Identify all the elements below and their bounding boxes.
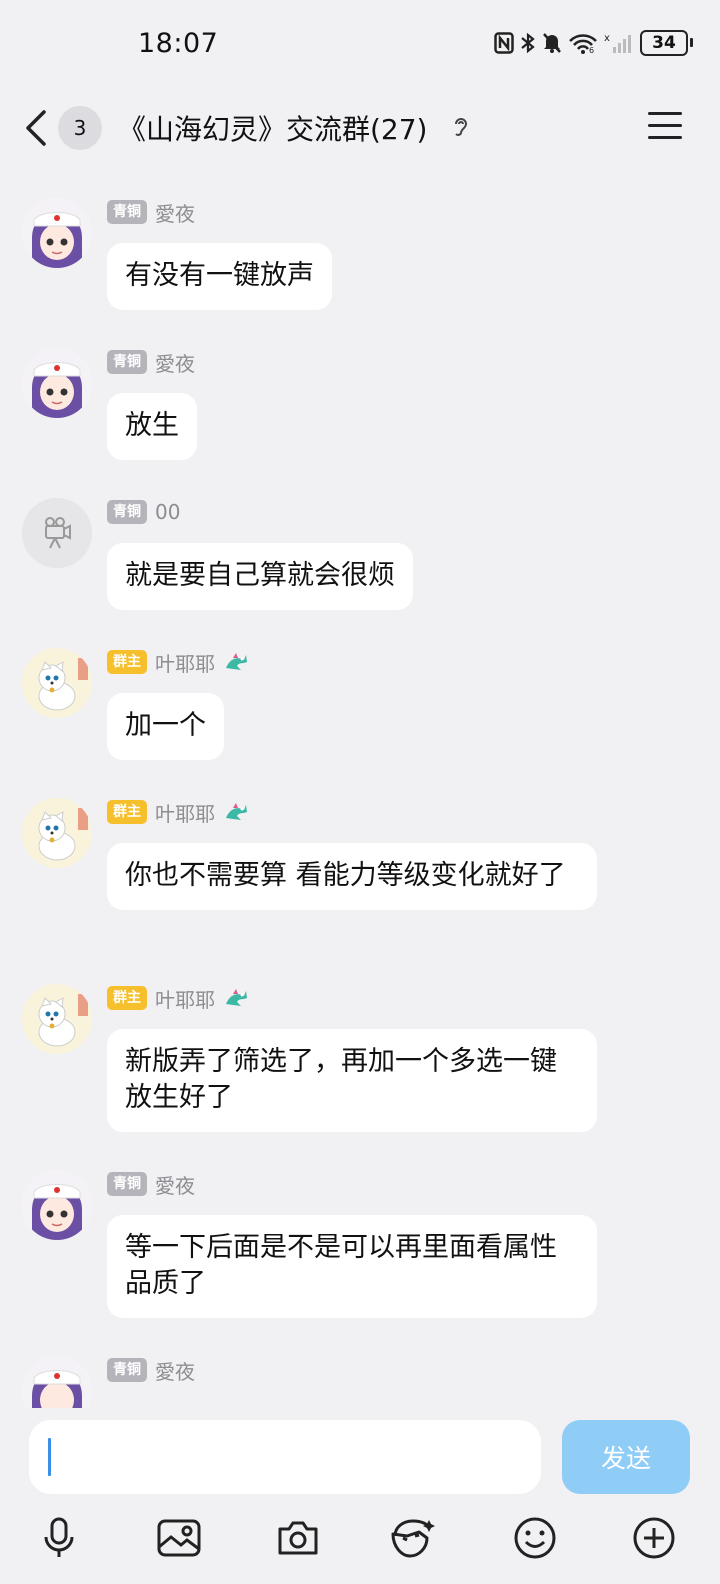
status-icons: 6 x 34 xyxy=(494,30,693,56)
rank-tag: 青铜 xyxy=(107,200,147,224)
message-bubble[interactable]: 就是要自己算就会很烦 xyxy=(107,543,413,610)
camera-avatar[interactable] xyxy=(22,498,92,568)
input-area: 发送 xyxy=(0,1408,720,1584)
chevron-left-icon xyxy=(26,110,46,146)
menu-button[interactable] xyxy=(648,112,682,142)
dog-avatar[interactable] xyxy=(22,648,92,718)
signal-icon: x xyxy=(604,32,634,54)
camera-icon[interactable] xyxy=(274,1514,322,1562)
dragon-badge-icon xyxy=(223,650,249,674)
menu-icon xyxy=(648,112,682,115)
dragon-badge-icon xyxy=(223,986,249,1010)
girl-avatar[interactable] xyxy=(22,198,92,268)
rank-tag: 青铜 xyxy=(107,1172,147,1196)
message-bubble[interactable]: 等一下后面是不是可以再里面看属性品质了 xyxy=(107,1215,597,1318)
message-bubble[interactable]: 你也不需要算 看能力等级变化就好了 xyxy=(107,843,597,910)
wifi-icon: 6 xyxy=(568,32,598,54)
text-cursor xyxy=(48,1438,51,1476)
sender-name[interactable]: 00 xyxy=(155,500,180,524)
message-item: 群主 叶耶耶 你也不需要算 看能力等级变化就好了 xyxy=(0,776,720,962)
message-item: 青铜 愛夜 放生 xyxy=(0,326,720,476)
message-bubble[interactable]: 加一个 xyxy=(107,693,224,760)
sender-name[interactable]: 叶耶耶 xyxy=(155,798,215,827)
send-button[interactable]: 发送 xyxy=(562,1420,690,1494)
message-bubble[interactable]: 放生 xyxy=(107,393,197,460)
svg-text:6: 6 xyxy=(589,46,594,54)
sender-name[interactable]: 愛夜 xyxy=(155,1170,195,1199)
sender-name[interactable]: 愛夜 xyxy=(155,1356,195,1385)
dragon-badge-icon xyxy=(223,800,249,824)
status-bar: 18:07 6 x 34 xyxy=(0,0,720,92)
girl-avatar[interactable] xyxy=(22,1170,92,1240)
owner-tag: 群主 xyxy=(107,800,147,824)
message-input[interactable] xyxy=(29,1420,541,1494)
bluetooth-icon xyxy=(520,32,536,54)
sender-name[interactable]: 愛夜 xyxy=(155,348,195,377)
girl-avatar[interactable] xyxy=(22,348,92,418)
svg-text:x: x xyxy=(604,33,610,44)
mic-icon[interactable] xyxy=(35,1514,83,1562)
image-icon[interactable] xyxy=(155,1514,203,1562)
message-item: 青铜 愛夜 xyxy=(0,1334,720,1408)
owner-tag: 群主 xyxy=(107,650,147,674)
plus-icon[interactable] xyxy=(630,1514,678,1562)
sender-name[interactable]: 叶耶耶 xyxy=(155,648,215,677)
input-toolbar xyxy=(0,1508,720,1568)
rank-tag: 青铜 xyxy=(107,1358,147,1382)
back-button[interactable] xyxy=(22,108,54,152)
emoji-face-icon[interactable] xyxy=(389,1514,437,1562)
message-item: 青铜 愛夜 等一下后面是不是可以再里面看属性品质了 xyxy=(0,1148,720,1334)
dog-avatar[interactable] xyxy=(22,798,92,868)
mute-bell-icon xyxy=(542,32,562,54)
smile-icon[interactable] xyxy=(511,1514,559,1562)
rank-tag: 青铜 xyxy=(107,500,147,524)
group-title[interactable]: 《山海幻灵》交流群(27) xyxy=(118,108,427,148)
message-item: 青铜 00 就是要自己算就会很烦 xyxy=(0,476,720,626)
dog-avatar[interactable] xyxy=(22,984,92,1054)
owner-tag: 群主 xyxy=(107,986,147,1010)
rank-tag: 青铜 xyxy=(107,350,147,374)
message-item: 群主 叶耶耶 加一个 xyxy=(0,626,720,776)
message-item: 青铜 愛夜 有没有一键放声 xyxy=(0,176,720,326)
battery-indicator: 34 xyxy=(640,30,693,56)
nfc-icon xyxy=(494,32,514,54)
message-item: 群主 叶耶耶 新版弄了筛选了，再加一个多选一键放生好了 xyxy=(0,962,720,1148)
message-bubble[interactable]: 有没有一键放声 xyxy=(107,243,332,310)
message-bubble[interactable]: 新版弄了筛选了，再加一个多选一键放生好了 xyxy=(107,1029,597,1132)
sender-name[interactable]: 叶耶耶 xyxy=(155,984,215,1013)
message-list[interactable]: 青铜 愛夜 有没有一键放声 青铜 愛夜 放生 青铜 00 就是要自己算就会很烦 … xyxy=(0,176,720,1408)
unread-count-badge[interactable]: 3 xyxy=(58,106,102,150)
status-time: 18:07 xyxy=(138,28,219,59)
girl-avatar[interactable] xyxy=(22,1356,92,1408)
ear-icon[interactable] xyxy=(452,114,470,146)
sender-name[interactable]: 愛夜 xyxy=(155,198,195,227)
